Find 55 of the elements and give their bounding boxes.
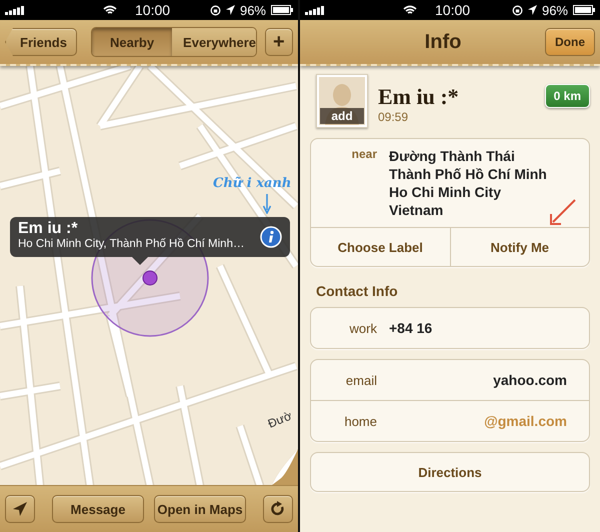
location-callout[interactable]: Em iu :* Ho Chi Minh City, Thành Phố Hồ Chí Minh…	[10, 217, 290, 257]
add-button[interactable]: +	[264, 28, 293, 56]
location-action-button[interactable]: Choose Label	[311, 228, 450, 266]
wifi-icon	[403, 5, 417, 15]
street-label: Đườ	[266, 408, 294, 431]
done-button[interactable]: Done	[545, 28, 595, 56]
field-label: home	[343, 414, 377, 428]
phone-number[interactable]: +84 16	[389, 320, 432, 336]
battery-icon	[573, 5, 595, 15]
location-arrow-icon	[226, 5, 235, 15]
toolbar-button[interactable]: Open in Maps	[154, 495, 246, 523]
location-arrow-icon	[13, 502, 27, 516]
status-time: 10:00	[435, 2, 470, 18]
address-line: Vietnam	[389, 201, 444, 219]
battery-percent: 96%	[240, 2, 266, 18]
back-button[interactable]: Friends	[5, 28, 77, 56]
battery-icon	[271, 5, 293, 15]
signal-icon	[305, 6, 325, 14]
add-photo-button[interactable]: add	[320, 108, 364, 124]
distance-badge: 0 km	[544, 84, 590, 108]
location-arrow-icon	[528, 5, 537, 15]
field-label: email	[344, 372, 377, 388]
annotation-arrow	[263, 194, 271, 214]
rotation-lock-icon	[210, 4, 221, 16]
address-line: Thành Phố Hồ Chí Minh	[389, 165, 547, 183]
location-pin[interactable]	[142, 270, 158, 286]
segment-tab[interactable]: Nearby	[92, 28, 172, 56]
callout-title: Em iu :*	[18, 220, 78, 238]
current-location-button[interactable]	[5, 495, 35, 523]
near-label: near	[350, 147, 377, 163]
status-time: 10:00	[135, 2, 170, 18]
signal-icon	[5, 6, 25, 14]
refresh-icon	[271, 501, 285, 517]
phone-card[interactable]: work +84 16	[310, 307, 590, 349]
contact-name: Em iu :*	[378, 84, 459, 110]
toolbar-button[interactable]: Message	[52, 495, 144, 523]
refresh-button[interactable]	[263, 495, 293, 523]
field-label: work	[348, 320, 377, 336]
rotation-lock-icon	[512, 4, 523, 16]
update-time: 09:59	[378, 110, 410, 124]
info-icon[interactable]	[260, 226, 282, 248]
segment-tab[interactable]: Everywhere	[172, 28, 256, 56]
directions-button[interactable]: Directions	[310, 452, 590, 492]
address-line: Ho Chi Minh City	[389, 183, 502, 201]
callout-subtitle: Ho Chi Minh City, Thành Phố Hồ Chí Minh…	[18, 238, 244, 250]
location-action-button[interactable]: Notify Me	[450, 228, 589, 266]
screen-title: Info	[424, 30, 462, 54]
avatar-frame[interactable]: add	[316, 74, 368, 128]
section-title: Contact Info	[316, 283, 399, 299]
page-curl-icon[interactable]	[272, 449, 298, 485]
battery-percent: 96%	[542, 2, 568, 18]
wifi-icon	[103, 5, 117, 15]
address-line: Đường Thành Thái	[389, 147, 516, 165]
email-address[interactable]: yahoo.com	[493, 372, 567, 388]
annotation-text: Chữ i xanh	[213, 176, 292, 191]
